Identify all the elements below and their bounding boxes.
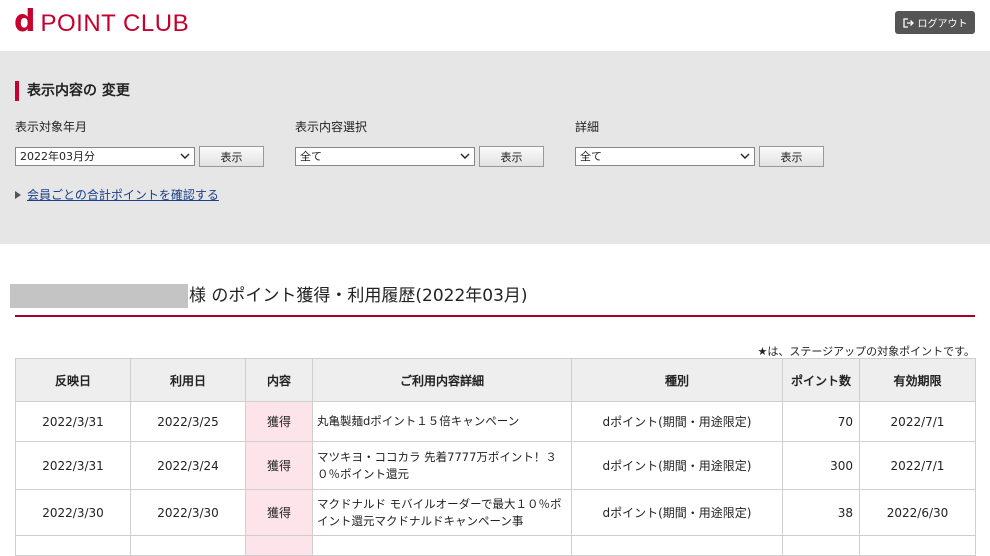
- filter-title: 表示内容の 変更: [15, 81, 130, 101]
- detail-cell: マクドナルド モバイルオーダーで最大１０％ポイント還元マクドナルドキャンペーン事: [312, 489, 572, 536]
- column-header: 反映日: [15, 358, 131, 402]
- points-cell: 38: [782, 489, 860, 536]
- column-header: ご利用内容詳細: [312, 358, 572, 402]
- column-header: 種別: [571, 358, 783, 402]
- chevron-down-icon: [460, 153, 470, 159]
- kind-cell: 獲得: [245, 489, 313, 536]
- content-label: 表示内容選択: [295, 120, 368, 134]
- table-header-row: 反映日 利用日 内容 ご利用内容詳細 種別 ポイント数 有効期限: [15, 358, 976, 402]
- reflect-date: 2022/3/31: [15, 441, 131, 490]
- points-cell: 70: [782, 401, 860, 442]
- use-date: 2022/3/30: [130, 489, 246, 536]
- history-title: 様 のポイント獲得・利用履歴(2022年03月): [189, 286, 528, 306]
- kind-cell: 獲得: [245, 441, 313, 490]
- logout-label: ログアウト: [917, 19, 968, 30]
- table-row: 2022/3/30 2022/3/30 獲得 マクドナルド モバイルオーダーで最…: [15, 489, 976, 536]
- expiry-cell: 2022/7/1: [859, 401, 976, 442]
- kind-cell: 獲得: [245, 401, 313, 442]
- logo-text: POINT CLUB: [40, 10, 190, 37]
- member-totals-link[interactable]: 会員ごとの合計ポイントを確認する: [27, 186, 219, 203]
- detail-select-value: 全て: [580, 150, 602, 163]
- reflect-date: 2022/3/31: [15, 401, 131, 442]
- d-point-club-logo[interactable]: d POINT CLUB: [14, 4, 190, 39]
- title-divider: [15, 315, 975, 317]
- month-select[interactable]: 2022年03月分: [15, 147, 195, 166]
- column-header: ポイント数: [782, 358, 860, 402]
- type-cell: dポイント(期間・用途限定): [571, 401, 783, 442]
- detail-label: 詳細: [575, 120, 600, 134]
- detail-cell: 丸亀製麺dポイント１５倍キャンペーン: [312, 401, 572, 442]
- triangle-right-icon: [15, 190, 21, 199]
- points-cell: 300: [782, 441, 860, 490]
- site-header: d POINT CLUB ログアウト: [0, 0, 990, 51]
- table-row: 2022/3/31 2022/3/25 獲得 丸亀製麺dポイント１５倍キャンペー…: [15, 401, 976, 442]
- reflect-date: 2022/3/30: [15, 489, 131, 536]
- chevron-down-icon: [740, 153, 750, 159]
- stage-up-note: ★は、ステージアップの対象ポイントです。: [757, 345, 975, 358]
- detail-select[interactable]: 全て: [575, 147, 755, 166]
- type-cell: dポイント(期間・用途限定): [571, 489, 783, 536]
- expiry-cell: 2022/6/30: [859, 489, 976, 536]
- expiry-cell: 2022/7/1: [859, 441, 976, 490]
- chevron-down-icon: [180, 153, 190, 159]
- month-show-button[interactable]: 表示: [199, 146, 264, 167]
- column-header: 内容: [245, 358, 313, 402]
- logout-icon: [902, 17, 914, 28]
- history-table: 反映日 利用日 内容 ご利用内容詳細 種別 ポイント数 有効期限 2022/3/…: [15, 358, 976, 556]
- masked-member-name: [10, 284, 188, 308]
- column-header: 有効期限: [859, 358, 976, 402]
- detail-show-button[interactable]: 表示: [759, 146, 824, 167]
- use-date: 2022/3/25: [130, 401, 246, 442]
- content-select-value: 全て: [300, 150, 322, 163]
- table-row: [15, 535, 976, 556]
- content-select[interactable]: 全て: [295, 147, 475, 166]
- table-row: 2022/3/31 2022/3/24 獲得 マツキヨ・ココカラ 先着7777万…: [15, 441, 976, 490]
- month-select-value: 2022年03月分: [20, 150, 95, 163]
- logo-mark: d: [14, 4, 36, 39]
- totals-link-row: 会員ごとの合計ポイントを確認する: [15, 186, 219, 203]
- month-label: 表示対象年月: [15, 120, 88, 134]
- column-header: 利用日: [130, 358, 246, 402]
- use-date: 2022/3/24: [130, 441, 246, 490]
- type-cell: dポイント(期間・用途限定): [571, 441, 783, 490]
- filter-panel: 表示内容の 変更 表示対象年月 2022年03月分 表示 表示内容選択 全て 表…: [0, 51, 990, 244]
- logout-button[interactable]: ログアウト: [895, 11, 975, 34]
- detail-cell: マツキヨ・ココカラ 先着7777万ポイント！３０％ポイント還元: [312, 441, 572, 490]
- content-show-button[interactable]: 表示: [479, 146, 544, 167]
